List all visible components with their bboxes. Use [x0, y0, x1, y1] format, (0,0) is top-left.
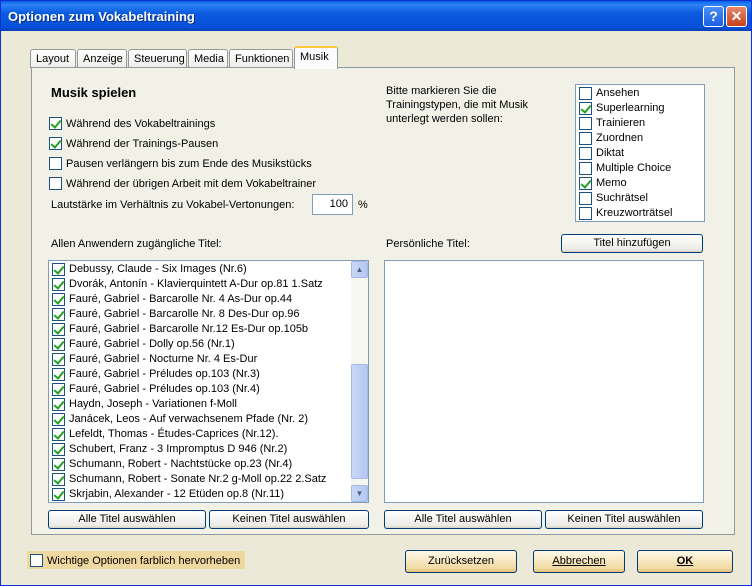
- list-item[interactable]: Ansehen: [576, 86, 704, 101]
- all-titles-select-none-button[interactable]: Keinen Titel auswählen: [209, 510, 369, 529]
- list-item[interactable]: Fauré, Gabriel - Barcarolle Nr. 4 As-Dur…: [49, 292, 351, 307]
- list-item[interactable]: Schubert, Franz - 3 Impromptus D 946 (Nr…: [49, 442, 351, 457]
- list-item[interactable]: Fauré, Gabriel - Dolly op.56 (Nr.1): [49, 337, 351, 352]
- volume-input[interactable]: 100: [312, 194, 353, 215]
- tab-anzeige[interactable]: Anzeige: [77, 49, 127, 68]
- option-during-training-label: Während des Vokabeltrainings: [66, 118, 216, 130]
- list-item[interactable]: Superlearning: [576, 101, 704, 116]
- list-item[interactable]: Fauré, Gabriel - Préludes op.103 (Nr.4): [49, 382, 351, 397]
- training-types-prompt-line-3: unterlegt werden sollen:: [386, 113, 503, 125]
- list-item[interactable]: Skrjabin, Alexander - 12 Etüden op.8 (Nr…: [49, 487, 351, 502]
- list-item[interactable]: Janácek, Leos - Auf verwachsenem Pfade (…: [49, 412, 351, 427]
- training-types-list: Ansehen Superlearning Trainieren Zuordne…: [575, 84, 705, 222]
- personal-titles-list[interactable]: [384, 260, 704, 503]
- reset-button[interactable]: Zurücksetzen: [405, 550, 517, 573]
- list-item[interactable]: Multiple Choice: [576, 161, 704, 176]
- option-extend-pauses-label: Pausen verlängern bis zum Ende des Musik…: [66, 158, 312, 170]
- tab-layout[interactable]: Layout: [30, 49, 76, 68]
- option-during-pauses-checkbox[interactable]: [49, 137, 62, 150]
- list-item[interactable]: Schumann, Robert - Nachtstücke op.23 (Nr…: [49, 457, 351, 472]
- all-titles-select-all-button[interactable]: Alle Titel auswählen: [48, 510, 206, 529]
- scroll-thumb[interactable]: [351, 364, 368, 479]
- option-other-work-label: Während der übrigen Arbeit mit dem Vokab…: [66, 178, 317, 190]
- list-item[interactable]: Fauré, Gabriel - Nocturne Nr. 4 Es-Dur: [49, 352, 351, 367]
- list-item[interactable]: Fauré, Gabriel - Barcarolle Nr.12 Es-Dur…: [49, 322, 351, 337]
- tab-funktionen[interactable]: Funktionen: [229, 49, 293, 68]
- list-item[interactable]: Schumann, Robert - Sonate Nr.2 g-Moll op…: [49, 472, 351, 487]
- list-item[interactable]: Trainieren: [576, 116, 704, 131]
- list-item[interactable]: Fauré, Gabriel - Préludes op.103 (Nr.3): [49, 367, 351, 382]
- highlight-options-label: Wichtige Optionen farblich hervorheben: [47, 555, 241, 567]
- close-button[interactable]: ✕: [726, 6, 747, 27]
- personal-titles-select-none-button[interactable]: Keinen Titel auswählen: [545, 510, 703, 529]
- list-item[interactable]: Dvorák, Antonín - Klavierquintett A-Dur …: [49, 277, 351, 292]
- tab-media[interactable]: Media: [188, 49, 228, 68]
- list-item[interactable]: Debussy, Claude - Six Images (Nr.6): [49, 262, 351, 277]
- cancel-button[interactable]: Abbrechen: [533, 550, 625, 573]
- all-titles-list: Debussy, Claude - Six Images (Nr.6) Dvor…: [48, 260, 369, 503]
- tab-musik[interactable]: Musik: [294, 46, 338, 69]
- personal-titles-label: Persönliche Titel:: [386, 238, 470, 250]
- option-other-work-checkbox[interactable]: [49, 177, 62, 190]
- training-types-prompt-line-2: Trainingstypen, die mit Musik: [386, 99, 529, 111]
- window-title: Optionen zum Vokabeltraining: [8, 9, 195, 24]
- title-bar[interactable]: Optionen zum Vokabeltraining ? ✕: [1, 1, 751, 31]
- list-item[interactable]: Haydn, Joseph - Variationen f-Moll: [49, 397, 351, 412]
- list-item[interactable]: Memo: [576, 176, 704, 191]
- ok-button[interactable]: OK: [637, 550, 733, 573]
- music-heading: Musik spielen: [51, 85, 137, 100]
- tab-steuerung[interactable]: Steuerung: [128, 49, 187, 68]
- list-item[interactable]: Fauré, Gabriel - Barcarolle Nr. 8 Des-Du…: [49, 307, 351, 322]
- all-titles-scrollbar[interactable]: ▲ ▼: [351, 261, 368, 502]
- help-button[interactable]: ?: [703, 6, 724, 27]
- highlight-options-checkbox[interactable]: [30, 554, 43, 567]
- option-extend-pauses-checkbox[interactable]: [49, 157, 62, 170]
- list-item[interactable]: Lefeldt, Thomas - Études-Caprices (Nr.12…: [49, 427, 351, 442]
- list-item[interactable]: Kreuzworträtsel: [576, 206, 704, 221]
- training-types-prompt-line-1: Bitte markieren Sie die: [386, 85, 497, 97]
- scroll-up-icon[interactable]: ▲: [351, 261, 368, 278]
- add-title-button[interactable]: Titel hinzufügen: [561, 234, 703, 253]
- list-item[interactable]: Diktat: [576, 146, 704, 161]
- volume-unit: %: [358, 199, 368, 211]
- scroll-down-icon[interactable]: ▼: [351, 485, 368, 502]
- personal-titles-select-all-button[interactable]: Alle Titel auswählen: [384, 510, 542, 529]
- options-dialog: Optionen zum Vokabeltraining ? ✕ Layout …: [0, 0, 752, 586]
- all-titles-label: Allen Anwendern zugängliche Titel:: [51, 238, 222, 250]
- list-item[interactable]: Suchrätsel: [576, 191, 704, 206]
- option-during-pauses-label: Während der Trainings-Pausen: [66, 138, 219, 150]
- list-item[interactable]: Zuordnen: [576, 131, 704, 146]
- option-during-training-checkbox[interactable]: [49, 117, 62, 130]
- volume-label: Lautstärke im Verhältnis zu Vokabel-Vert…: [51, 199, 295, 211]
